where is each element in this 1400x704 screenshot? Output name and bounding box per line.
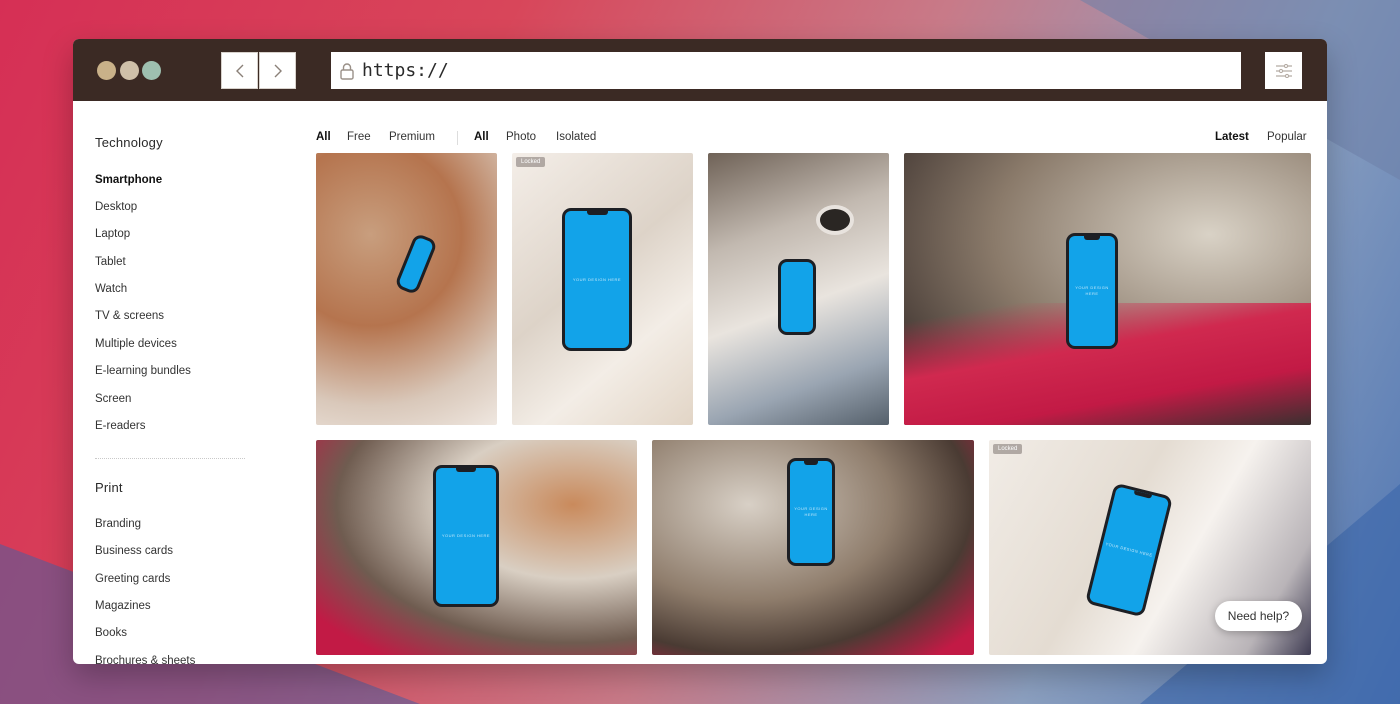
- sidebar-item-brochures-sheets[interactable]: Brochures & sheets: [95, 655, 195, 664]
- sliders-icon: [1275, 63, 1292, 78]
- url-text: https://: [362, 60, 449, 81]
- back-button[interactable]: [221, 52, 258, 89]
- filter-type-all[interactable]: All: [474, 131, 489, 143]
- phone-notch: [456, 468, 476, 472]
- phone-mockup: YOUR DESIGN HERE: [1084, 482, 1174, 618]
- sidebar-item-smartphone[interactable]: Smartphone: [95, 174, 162, 186]
- phone-mockup: YOUR DESIGN HERE: [433, 465, 499, 607]
- sidebar-divider: [95, 458, 245, 459]
- phone-mockup: YOUR DESIGN HERE: [562, 208, 632, 351]
- phone-screen: [781, 262, 813, 332]
- sidebar-item-branding[interactable]: Branding: [95, 518, 141, 530]
- filter-pricing-premium[interactable]: Premium: [389, 131, 435, 143]
- section-title-technology: Technology: [95, 135, 163, 150]
- filter-bar: All Free Premium All Photo Isolated Late…: [316, 131, 1310, 147]
- sidebar-item-e-learning-bundles[interactable]: E-learning bundles: [95, 365, 191, 377]
- phone-mockup: [394, 232, 438, 296]
- forward-button[interactable]: [259, 52, 296, 89]
- mockup-tile-2[interactable]: Locked YOUR DESIGN HERE: [512, 153, 693, 425]
- sidebar-item-tablet[interactable]: Tablet: [95, 256, 126, 268]
- phone-mockup: [778, 259, 816, 335]
- chevron-right-icon: [274, 64, 282, 77]
- window-dot-3[interactable]: [142, 61, 161, 80]
- filter-type-photo[interactable]: Photo: [506, 131, 536, 143]
- mockup-tile-3[interactable]: [708, 153, 889, 425]
- address-bar[interactable]: https://: [331, 52, 1241, 89]
- filter-type-isolated[interactable]: Isolated: [556, 131, 596, 143]
- category-sidebar: Technology Smartphone Desktop Laptop Tab…: [95, 101, 255, 664]
- filter-separator: [457, 131, 458, 145]
- sort-latest[interactable]: Latest: [1215, 131, 1249, 143]
- phone-screen: YOUR DESIGN HERE: [1088, 486, 1170, 614]
- window-dot-1[interactable]: [97, 61, 116, 80]
- phone-screen: YOUR DESIGN HERE: [790, 461, 832, 563]
- sidebar-item-magazines[interactable]: Magazines: [95, 600, 151, 612]
- phone-notch: [803, 461, 819, 465]
- lock-icon: [340, 62, 354, 80]
- sidebar-item-e-readers[interactable]: E-readers: [95, 420, 146, 432]
- need-help-button[interactable]: Need help?: [1215, 601, 1302, 631]
- phone-notch: [1084, 236, 1100, 240]
- sidebar-item-laptop[interactable]: Laptop: [95, 228, 130, 240]
- phone-mockup: YOUR DESIGN HERE: [1066, 233, 1118, 349]
- placeholder-design-text: YOUR DESIGN HERE: [572, 276, 622, 282]
- mockup-tile-4[interactable]: YOUR DESIGN HERE: [904, 153, 1311, 425]
- browser-window: https:// Technology Smartphone Desktop L…: [73, 39, 1327, 664]
- sidebar-item-tv-screens[interactable]: TV & screens: [95, 310, 164, 322]
- sidebar-item-business-cards[interactable]: Business cards: [95, 545, 173, 557]
- browser-titlebar: https://: [73, 39, 1327, 101]
- placeholder-design-text: YOUR DESIGN HERE: [441, 533, 491, 538]
- phone-screen: YOUR DESIGN HERE: [1069, 236, 1115, 346]
- phone-notch: [586, 211, 608, 215]
- settings-button[interactable]: [1265, 52, 1302, 89]
- locked-badge: Locked: [993, 444, 1023, 454]
- filter-pricing-all[interactable]: All: [316, 131, 331, 143]
- sidebar-item-screen[interactable]: Screen: [95, 393, 131, 405]
- placeholder-design-text: YOUR DESIGN HERE: [1105, 541, 1154, 558]
- mockup-tile-6[interactable]: YOUR DESIGN HERE: [652, 440, 974, 655]
- sidebar-item-desktop[interactable]: Desktop: [95, 201, 137, 213]
- coffee-cup: [816, 205, 854, 235]
- chevron-left-icon: [235, 64, 243, 77]
- phone-screen: [397, 236, 435, 292]
- mockup-tile-1[interactable]: [316, 153, 497, 425]
- sidebar-item-greeting-cards[interactable]: Greeting cards: [95, 573, 170, 585]
- locked-badge: Locked: [516, 157, 546, 167]
- filter-pricing-free[interactable]: Free: [347, 131, 371, 143]
- placeholder-design-text: YOUR DESIGN HERE: [794, 506, 828, 517]
- phone-screen: YOUR DESIGN HERE: [436, 468, 496, 604]
- sidebar-item-multiple-devices[interactable]: Multiple devices: [95, 338, 177, 350]
- section-title-print: Print: [95, 480, 123, 495]
- placeholder-design-text: YOUR DESIGN HERE: [1075, 285, 1109, 296]
- phone-screen: YOUR DESIGN HERE: [565, 211, 629, 348]
- window-dot-2[interactable]: [120, 61, 139, 80]
- sidebar-item-watch[interactable]: Watch: [95, 283, 127, 295]
- phone-mockup: YOUR DESIGN HERE: [787, 458, 835, 566]
- sidebar-item-books[interactable]: Books: [95, 627, 127, 639]
- mockup-tile-5[interactable]: YOUR DESIGN HERE: [316, 440, 637, 655]
- sort-popular[interactable]: Popular: [1267, 131, 1307, 143]
